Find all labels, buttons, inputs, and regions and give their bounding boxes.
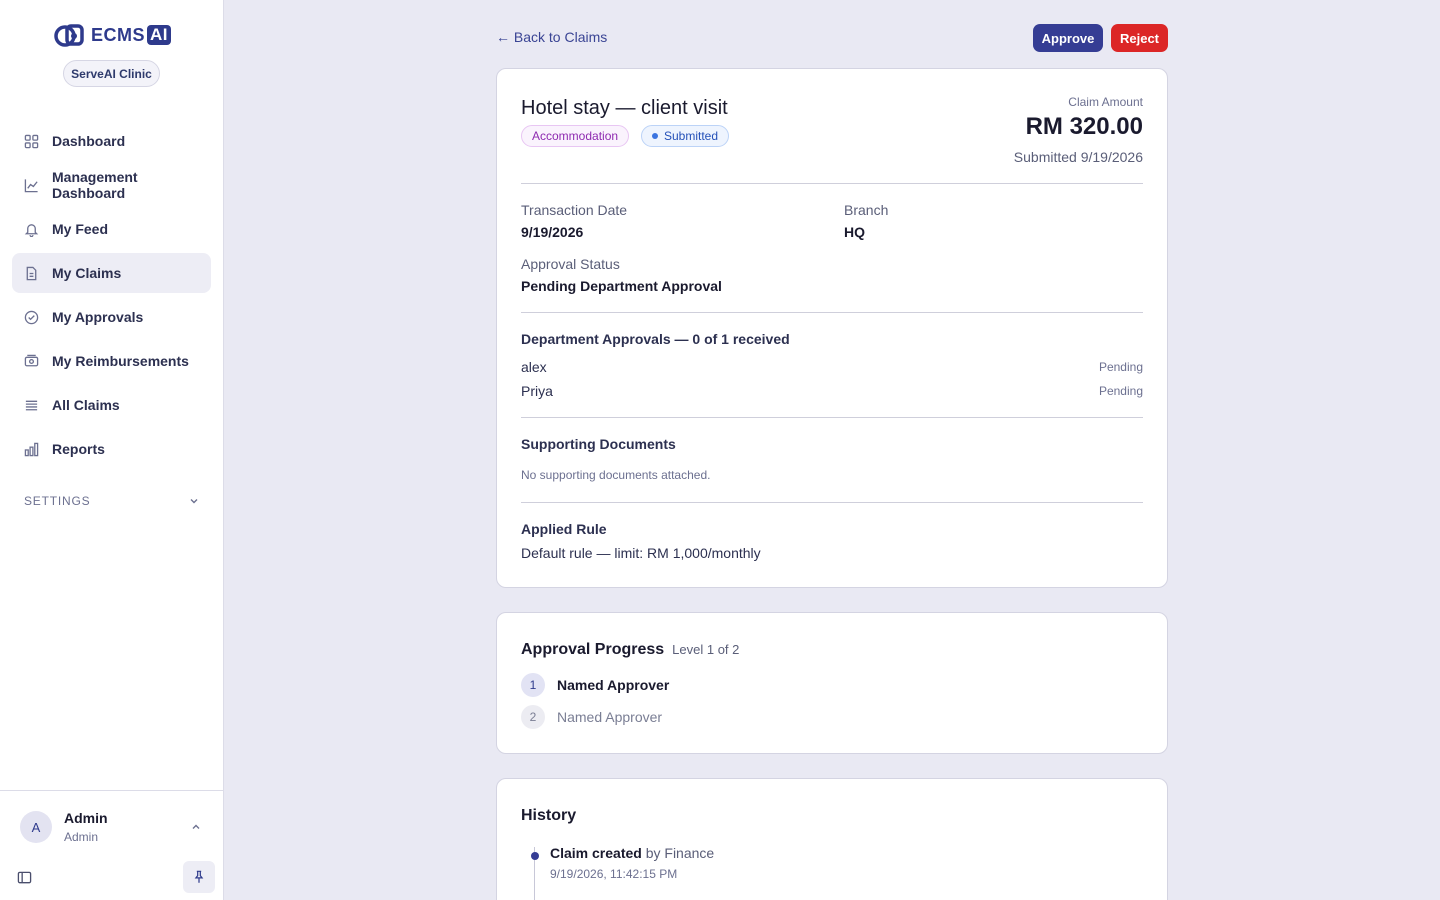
divider (521, 312, 1143, 313)
history-event-actor: by Finance (645, 845, 715, 861)
user-name: Admin (64, 810, 108, 826)
transaction-date-value: 9/19/2026 (521, 224, 584, 240)
claim-details-card: Hotel stay — client visit Accommodation … (496, 68, 1168, 588)
sidebar-item-label: All Claims (52, 397, 120, 413)
applied-rule-title: Applied Rule (521, 521, 607, 537)
avatar: A (20, 811, 52, 843)
no-documents-text: No supporting documents attached. (521, 468, 711, 482)
back-to-claims-link[interactable]: ← Back to Claims (496, 29, 607, 45)
settings-section-toggle[interactable]: SETTINGS (24, 490, 200, 512)
approval-progress-card: Approval Progress Level 1 of 2 1 Named A… (496, 612, 1168, 754)
chevron-up-icon[interactable] (190, 821, 202, 833)
status-badge: Submitted (641, 125, 730, 147)
sidebar-item-label: My Reimbursements (52, 353, 189, 369)
clinic-badge[interactable]: ServeAI Clinic (63, 60, 160, 87)
category-badge: Accommodation (521, 125, 630, 147)
status-dot-icon (652, 133, 658, 139)
step-label: Named Approver (557, 677, 670, 693)
approver-name: alex (521, 359, 547, 375)
wallet-icon (24, 354, 39, 369)
sidebar-item-label: My Approvals (52, 309, 144, 325)
brand-logo[interactable]: ECMS AI (0, 22, 224, 48)
reject-button[interactable]: Reject (1111, 24, 1168, 52)
branch-value: HQ (844, 224, 865, 240)
divider (521, 183, 1143, 184)
supporting-documents-title: Supporting Documents (521, 436, 676, 452)
department-approvals-title: Department Approvals — 0 of 1 received (521, 331, 790, 347)
sidebar-item-label: Dashboard (52, 133, 126, 149)
sidebar-item-all-claims[interactable]: All Claims (12, 385, 211, 425)
submitted-date: Submitted 9/19/2026 (1013, 149, 1143, 165)
sidebar-item-label: Reports (52, 441, 105, 457)
claim-title: Hotel stay — client visit (521, 97, 728, 119)
line-chart-icon (24, 178, 39, 193)
approve-button[interactable]: Approve (1033, 24, 1103, 52)
sidebar-item-my-reimbursements[interactable]: My Reimbursements (12, 341, 211, 381)
history-title: History (521, 807, 577, 824)
history-card: History Claim created by Finance 9/19/20… (496, 778, 1168, 900)
approver-status: Pending (1098, 360, 1143, 374)
claim-amount-label: Claim Amount (1068, 95, 1143, 109)
approver-name: Priya (521, 383, 553, 399)
chevron-down-icon (190, 499, 198, 504)
sidebar-nav: Dashboard Management Dashboard My Feed M… (12, 121, 211, 473)
divider (521, 417, 1143, 418)
sidebar-item-reports[interactable]: Reports (12, 429, 211, 469)
sidebar-item-my-claims[interactable]: My Claims (12, 253, 211, 293)
sidebar-item-label: Management Dashboard (52, 169, 138, 201)
transaction-date-label: Transaction Date (521, 202, 628, 218)
list-item: Priya Pending (521, 383, 1143, 399)
sidebar-item-my-feed[interactable]: My Feed (12, 209, 211, 249)
history-event: Claim created by Finance (550, 845, 714, 861)
sidebar-toggle-icon[interactable] (17, 870, 32, 885)
approval-step: 2 Named Approver (521, 705, 662, 729)
branch-label: Branch (844, 202, 889, 218)
step-number: 2 (521, 705, 545, 729)
sidebar-item-my-approvals[interactable]: My Approvals (12, 297, 211, 337)
history-event-action: Claim created (550, 845, 642, 861)
sidebar-item-dashboard[interactable]: Dashboard (12, 121, 211, 161)
bar-chart-icon (24, 442, 39, 457)
approver-status: Pending (1098, 384, 1143, 398)
document-icon (24, 266, 39, 281)
approval-progress-heading: Approval Progress (521, 641, 665, 658)
sidebar: ECMS AI ServeAI Clinic Dashboard Manageme… (0, 0, 224, 900)
brand-ai-badge: AI (147, 25, 171, 45)
settings-label: SETTINGS (24, 494, 91, 508)
approval-step: 1 Named Approver (521, 673, 669, 697)
grid-icon (24, 134, 39, 149)
step-number: 1 (521, 673, 545, 697)
approval-level: Level 1 of 2 (672, 642, 740, 657)
pin-sidebar-button[interactable] (183, 861, 215, 893)
pin-icon (194, 870, 204, 883)
list-icon (24, 398, 39, 413)
divider (521, 502, 1143, 503)
approval-status-label: Approval Status (521, 256, 620, 272)
approval-status-value: Pending Department Approval (521, 278, 722, 294)
claim-amount: RM 320.00 (1025, 113, 1143, 140)
status-badge-label: Submitted (664, 129, 719, 143)
user-menu[interactable]: A Admin Admin (0, 790, 224, 900)
ecms-logo-icon (54, 24, 84, 47)
user-role: Admin (64, 830, 99, 844)
history-event-time: 9/19/2026, 11:42:15 PM (550, 867, 678, 881)
sidebar-item-management-dashboard[interactable]: Management Dashboard (12, 165, 211, 205)
timeline-dot-icon (531, 852, 539, 860)
approval-progress-title: Approval Progress Level 1 of 2 (521, 641, 739, 659)
list-item: alex Pending (521, 359, 1143, 375)
applied-rule-text: Default rule — limit: RM 1,000/monthly (521, 545, 761, 561)
brand-name: ECMS AI (91, 25, 171, 46)
check-circle-icon (24, 310, 39, 325)
sidebar-item-label: My Claims (52, 265, 122, 281)
step-label: Named Approver (557, 709, 663, 725)
bell-icon (24, 222, 39, 237)
sidebar-item-label: My Feed (52, 221, 109, 237)
